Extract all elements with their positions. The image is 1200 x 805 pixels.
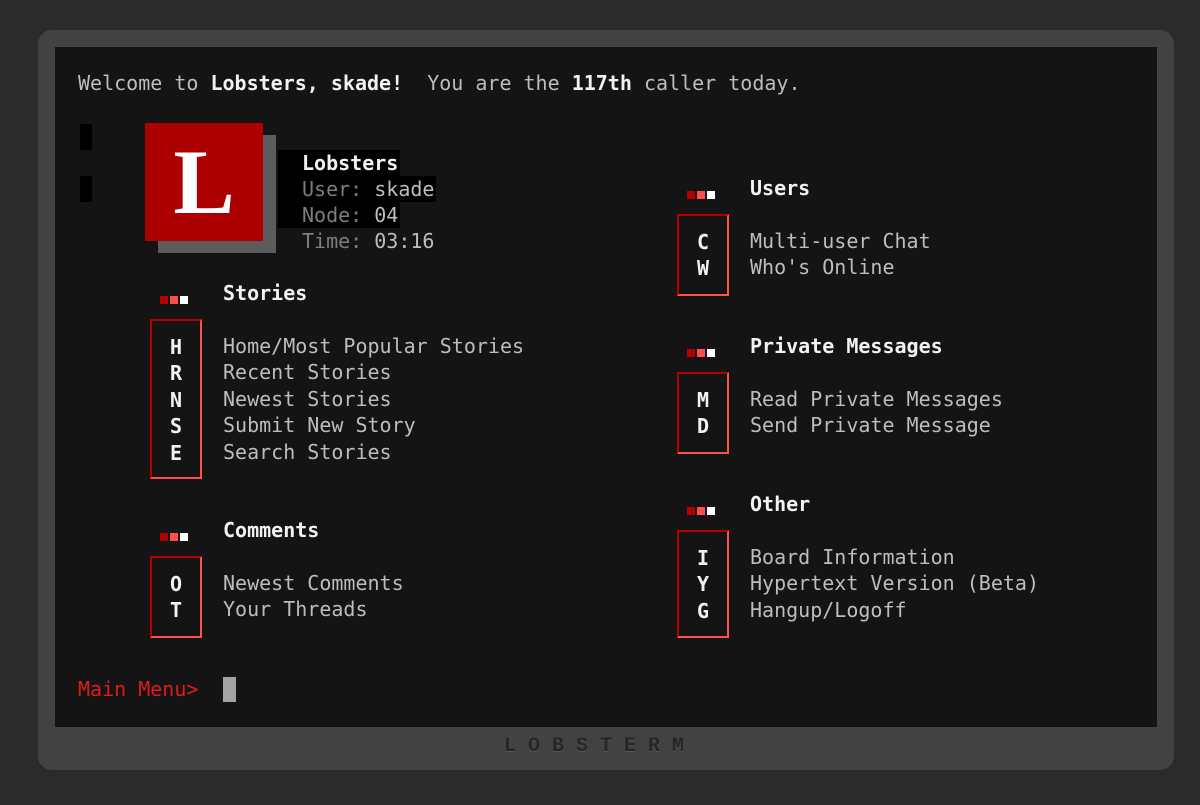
- menu-item-search[interactable]: Search Stories: [223, 439, 524, 465]
- comments-keys: O T: [150, 556, 202, 638]
- welcome-line: Welcome to Lobsters, skade! You are the …: [78, 70, 800, 96]
- private-menu: Read Private Messages Send Private Messa…: [750, 386, 1003, 439]
- decor-block: [80, 124, 92, 150]
- node-value: 04: [374, 203, 399, 227]
- key-e[interactable]: E: [152, 440, 200, 466]
- private-keys: M D: [677, 372, 729, 454]
- site-name: Lobsters: [278, 150, 401, 176]
- other-menu: Board Information Hypertext Version (Bet…: [750, 544, 1039, 623]
- section-title-users: Users: [750, 176, 811, 200]
- stories-menu: Home/Most Popular Stories Recent Stories…: [223, 333, 524, 465]
- lobsterm-brand: LOBSTERM: [503, 735, 696, 758]
- other-keys: I Y G: [677, 530, 729, 638]
- time-value: 03:16: [374, 229, 435, 253]
- section-marker-icon: [160, 526, 190, 545]
- section-title-private-messages: Private Messages: [750, 334, 943, 358]
- caller-count: 117th: [571, 71, 632, 95]
- section-marker-icon: [687, 184, 717, 203]
- key-g[interactable]: G: [679, 598, 727, 624]
- welcome-middle: You are the: [403, 71, 572, 95]
- logo-letter: L: [173, 131, 235, 233]
- section-marker-icon: [687, 342, 717, 361]
- users-menu: Multi-user Chat Who's Online: [750, 228, 931, 281]
- main-menu-prompt: Main Menu>: [78, 677, 199, 701]
- menu-item-newest[interactable]: Newest Stories: [223, 386, 524, 412]
- bbs-name: Lobsters, skade!: [210, 71, 404, 95]
- menu-item-send-message[interactable]: Send Private Message: [750, 412, 1003, 438]
- menu-item-your-threads[interactable]: Your Threads: [223, 596, 404, 622]
- menu-item-board-info[interactable]: Board Information: [750, 544, 1039, 570]
- comments-menu: Newest Comments Your Threads: [223, 570, 404, 623]
- key-c[interactable]: C: [679, 229, 727, 255]
- menu-item-logoff[interactable]: Hangup/Logoff: [750, 597, 1039, 623]
- user-label: User:: [302, 177, 363, 201]
- key-t[interactable]: T: [152, 597, 200, 623]
- node-label: Node:: [302, 203, 363, 227]
- key-h[interactable]: H: [152, 334, 200, 360]
- menu-item-chat[interactable]: Multi-user Chat: [750, 228, 931, 254]
- user-value: skade: [374, 177, 435, 201]
- session-info: Lobsters User: skade Node: 04 Time: 03:1…: [278, 150, 437, 254]
- welcome-suffix: caller today.: [631, 71, 801, 95]
- welcome-prefix: Welcome to: [78, 71, 211, 95]
- menu-item-submit[interactable]: Submit New Story: [223, 412, 524, 438]
- section-title-comments: Comments: [223, 518, 320, 542]
- time-label: Time:: [302, 229, 363, 253]
- section-marker-icon: [687, 500, 717, 519]
- section-title-other: Other: [750, 492, 811, 516]
- decor-block: [80, 176, 92, 202]
- key-y[interactable]: Y: [679, 571, 727, 597]
- menu-item-read-messages[interactable]: Read Private Messages: [750, 386, 1003, 412]
- key-d[interactable]: D: [679, 413, 727, 439]
- key-s[interactable]: S: [152, 413, 200, 439]
- text-cursor[interactable]: [223, 677, 236, 702]
- key-i[interactable]: I: [679, 545, 727, 571]
- menu-item-home[interactable]: Home/Most Popular Stories: [223, 333, 524, 359]
- section-title-stories: Stories: [223, 281, 308, 305]
- users-keys: C W: [677, 214, 729, 296]
- key-r[interactable]: R: [152, 360, 200, 386]
- menu-item-recent[interactable]: Recent Stories: [223, 359, 524, 385]
- menu-item-newest-comments[interactable]: Newest Comments: [223, 570, 404, 596]
- key-w[interactable]: W: [679, 255, 727, 281]
- key-o[interactable]: O: [152, 571, 200, 597]
- key-m[interactable]: M: [679, 387, 727, 413]
- menu-item-whos-online[interactable]: Who's Online: [750, 254, 931, 280]
- menu-item-hypertext[interactable]: Hypertext Version (Beta): [750, 570, 1039, 596]
- lobsters-logo: L: [145, 123, 263, 241]
- stories-keys: H R N S E: [150, 319, 202, 479]
- section-marker-icon: [160, 289, 190, 308]
- key-n[interactable]: N: [152, 387, 200, 413]
